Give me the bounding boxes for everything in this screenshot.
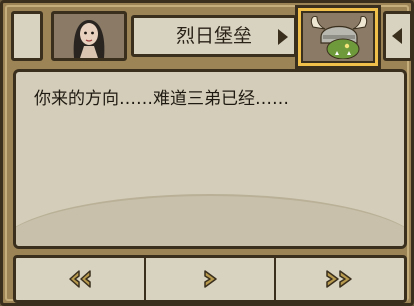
fast-forward-button[interactable] xyxy=(274,258,404,300)
chevron-left-icon xyxy=(392,28,402,44)
dialog-text: 你来的方向……难道三弟已经…… xyxy=(34,89,289,109)
title-arrow-icon xyxy=(278,29,288,45)
next-button[interactable] xyxy=(144,258,274,300)
dialog-nav-bar xyxy=(13,255,407,303)
right-speaker-portrait xyxy=(295,5,381,69)
top-bar: 烈日堡垒 xyxy=(11,5,413,69)
location-title: 烈日堡垒 xyxy=(175,25,252,47)
dialog-window: 烈日堡垒 你来的方向……难道三弟已经…… xyxy=(0,0,414,306)
double-chevron-left-icon xyxy=(69,270,91,288)
double-chevron-right-icon xyxy=(326,270,352,288)
dialog-box: 你来的方向……难道三弟已经…… xyxy=(13,69,407,249)
horned-helmet-orc-portrait-icon xyxy=(303,13,373,60)
left-empty-slot xyxy=(11,11,43,61)
left-speaker-portrait xyxy=(51,11,127,61)
female-character-portrait-icon xyxy=(54,14,124,58)
location-title-box: 烈日堡垒 xyxy=(131,15,297,57)
right-collapse-button[interactable] xyxy=(383,11,413,61)
previous-button[interactable] xyxy=(16,258,144,300)
chevron-right-icon xyxy=(204,270,217,288)
